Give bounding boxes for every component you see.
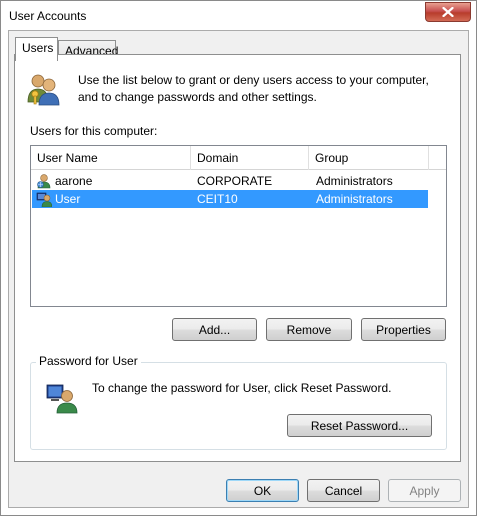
row-domain: CORPORATE	[197, 174, 273, 188]
tab-users[interactable]: Users	[15, 37, 58, 61]
column-domain-label: Domain	[197, 151, 239, 165]
domain-user-icon	[37, 174, 51, 189]
row-user-name: aarone	[55, 174, 93, 188]
column-header-group[interactable]: Group	[309, 146, 429, 170]
remove-button[interactable]: Remove	[266, 318, 352, 341]
local-user-icon	[36, 192, 52, 207]
cancel-button[interactable]: Cancel	[307, 479, 380, 502]
password-group-title: Password for User	[36, 354, 141, 368]
row-group: Administrators	[316, 174, 393, 188]
password-instruction-text: To change the password for User, click R…	[92, 381, 392, 395]
intro-text: Use the list below to grant or deny user…	[78, 73, 429, 104]
properties-button[interactable]: Properties	[361, 318, 446, 341]
close-button[interactable]	[425, 2, 471, 22]
ok-button[interactable]: OK	[226, 479, 299, 502]
column-header-user-name[interactable]: User Name	[31, 146, 191, 170]
close-icon	[442, 7, 454, 17]
users-list-label: Users for this computer:	[30, 124, 158, 138]
row-domain: CEIT10	[197, 192, 238, 206]
column-header-domain[interactable]: Domain	[191, 146, 309, 170]
row-group: Administrators	[316, 192, 393, 206]
computer-user-icon	[46, 384, 78, 414]
row-user-name: User	[55, 192, 81, 206]
column-user-name-label: User Name	[37, 151, 98, 165]
table-row-selected[interactable]: User CEIT10 Administrators	[32, 190, 428, 208]
window-title: User Accounts	[9, 9, 87, 23]
users-icon	[27, 74, 60, 106]
table-row[interactable]: aarone CORPORATE Administrators	[32, 172, 428, 190]
users-list[interactable]: User Name Domain Group aarone CORPORATE …	[30, 145, 447, 307]
tab-users-label: Users	[22, 41, 54, 55]
title-bar[interactable]: User Accounts	[1, 1, 476, 31]
add-button[interactable]: Add...	[172, 318, 257, 341]
column-group-label: Group	[315, 151, 349, 165]
reset-password-button[interactable]: Reset Password...	[287, 414, 432, 437]
apply-button[interactable]: Apply	[388, 479, 461, 502]
list-header: User Name Domain Group	[31, 146, 446, 170]
